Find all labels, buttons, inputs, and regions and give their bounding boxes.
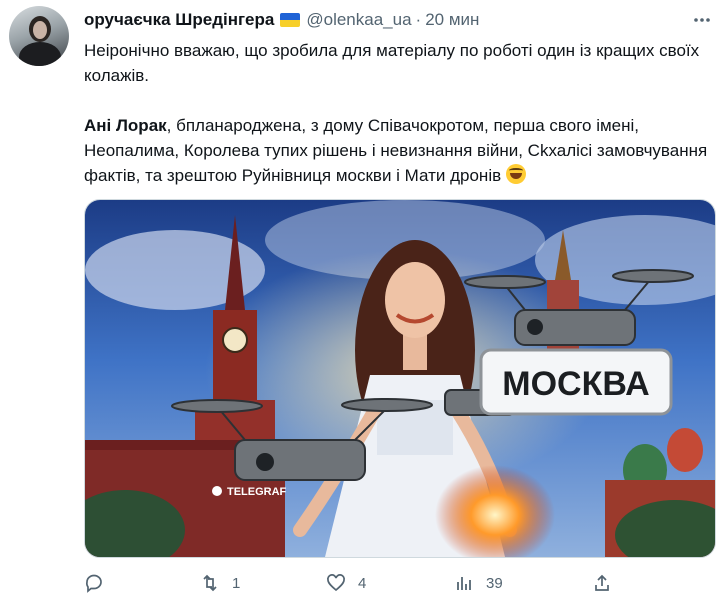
share-button[interactable] — [592, 570, 612, 596]
reply-icon — [86, 574, 102, 593]
ukraine-flag-icon — [280, 13, 301, 27]
watermark-text: TELEGRAF — [227, 486, 287, 498]
reply-button[interactable] — [84, 570, 116, 596]
retweet-icon — [203, 574, 217, 592]
like-count: 4 — [358, 574, 367, 592]
tweet-line-1: Неіронічно вважаю, що зробила для матері… — [84, 41, 700, 85]
action-bar: 1 4 39 — [84, 570, 714, 596]
bold-name: Ані Лорак — [84, 116, 167, 135]
avatar-face — [33, 21, 47, 39]
separator-dot: · — [415, 10, 422, 29]
rofl-emoji-icon — [505, 164, 526, 184]
retweet-button[interactable]: 1 — [200, 570, 240, 596]
views-button[interactable]: 39 — [454, 570, 503, 596]
share-icon — [595, 574, 609, 591]
sign-text: МОСКВА — [502, 365, 650, 403]
tweet-rest: , бпланароджена, з дому Співачокротом, п… — [84, 116, 708, 185]
like-button[interactable]: 4 — [326, 570, 366, 596]
tweet-paragraph-2: Ані Лорак, бпланароджена, з дому Співачо… — [84, 113, 714, 188]
more-icon[interactable] — [692, 10, 712, 30]
tweet-header: оручаєчка Шредінгера @olenkaa_ua · 20 ми… — [84, 9, 479, 31]
collage-illustration: МОСКВА TELEGRAF — [85, 200, 715, 557]
author-name[interactable]: оручаєчка Шредінгера — [84, 10, 274, 30]
avatar[interactable] — [9, 6, 69, 66]
like-icon — [327, 574, 345, 592]
tweet-image[interactable]: МОСКВА TELEGRAF — [84, 199, 716, 558]
views-count: 39 — [486, 574, 503, 592]
author-handle[interactable]: @olenkaa_ua — [306, 10, 411, 30]
retweet-count: 1 — [232, 574, 241, 592]
tweet-text: Неіронічно вважаю, що зробила для матері… — [84, 38, 714, 188]
avatar-shoulders — [19, 42, 61, 66]
views-icon — [457, 577, 471, 590]
tweet-time[interactable]: 20 мин — [425, 10, 479, 30]
